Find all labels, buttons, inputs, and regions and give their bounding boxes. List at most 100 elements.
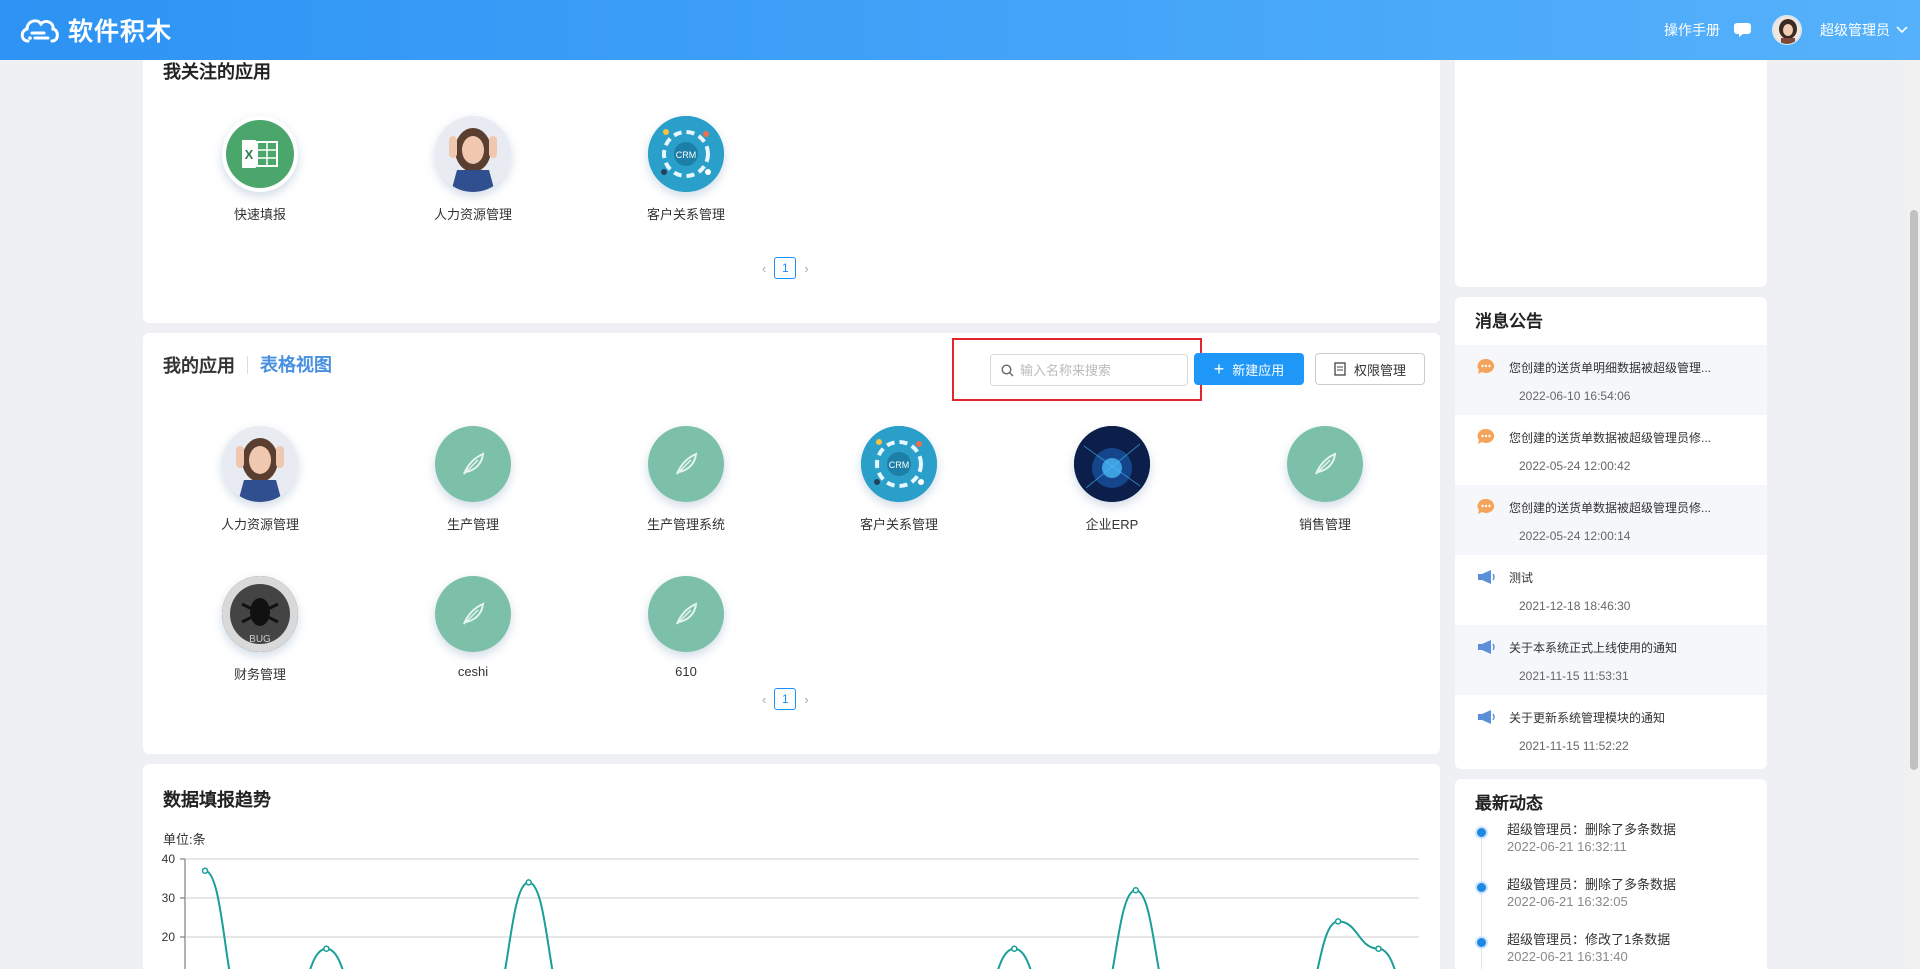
announcement-title: 关于本系统正式上线使用的通知 [1509,641,1678,655]
app-name: 生产管理 [446,517,499,532]
search-box[interactable] [990,354,1188,386]
search-icon [1001,363,1014,376]
announcement-item[interactable]: 关于本系统正式上线使用的通知 2021-11-15 11:53:31 [1455,625,1767,695]
announcement-title: 您创建的送货单明细数据被超级管理... [1509,361,1712,375]
announcement-item[interactable]: 关于更新系统管理模块的通知 2021-11-15 11:52:22 [1455,695,1767,765]
logo[interactable]: 软件积木 [18,12,172,48]
data-point[interactable] [1132,886,1139,894]
megaphone-icon [1478,640,1495,654]
search-input[interactable] [1020,362,1180,378]
app-item[interactable]: 610 [606,576,766,679]
announcement-item[interactable]: 您创建的送货单数据被超级管理员修... 2022-05-24 12:00:14 [1455,485,1767,555]
permission-label: 权限管理 [1353,362,1406,378]
app-name: 企业ERP [1085,517,1139,532]
announcement-item[interactable]: 测试 2021-12-18 18:46:30 [1455,555,1767,625]
announcement-time: 2022-05-24 12:00:14 [1519,529,1631,543]
my-apps-card: 我的应用 表格视图 + 新建应用 权限管理 [143,333,1440,754]
message-icon [1477,358,1495,374]
svg-text:BUG: BUG [249,634,271,645]
erp-icon [1074,426,1150,502]
announcement-time: 2022-05-24 12:00:42 [1519,459,1631,473]
data-point[interactable] [525,879,532,886]
logo-text: 软件积木 [68,18,173,46]
y-tick-label: 40 [162,852,176,866]
bug-icon: BUG [222,576,298,652]
permission-button[interactable]: 权限管理 [1315,353,1425,385]
table-view-tab[interactable]: 表格视图 [247,356,332,374]
svg-text:X: X [245,147,254,162]
app-name: 610 [675,664,697,679]
user-avatar[interactable] [1772,15,1802,45]
page-number[interactable]: 1 [774,257,797,279]
followed-apps-card: 我关注的应用 X 快速填报 人力资源管理 CRM 客户关系管理 ‹ 1 › [143,40,1440,323]
timeline-dot [1475,936,1488,949]
next-page-icon[interactable]: › [804,692,808,707]
app-name: 客户关系管理 [859,517,938,532]
leaf-icon [648,426,724,502]
next-page-icon[interactable]: › [804,261,808,276]
data-point[interactable] [1375,945,1382,952]
new-app-button[interactable]: + 新建应用 [1194,353,1304,385]
announcement-item[interactable]: 您创建的送货单明细数据被超级管理... 2022-06-10 16:54:06 [1455,345,1767,415]
svg-text:CRM: CRM [676,150,697,160]
announcement-title: 测试 [1509,571,1534,585]
scrollbar-thumb[interactable] [1910,210,1918,770]
leaf-icon [1287,426,1363,502]
app-name: 销售管理 [1298,517,1351,532]
prev-page-icon[interactable]: ‹ [762,261,766,276]
announcement-title: 关于更新系统管理模块的通知 [1509,711,1666,725]
username[interactable]: 超级管理员 [1820,20,1890,40]
app-item[interactable]: BUG 财务管理 [180,576,340,683]
my-apps-title[interactable]: 我的应用 [163,352,235,378]
right-blank-card [1455,40,1767,287]
top-bar: 软件积木 操作手册 超级管理员 [0,0,1920,60]
woman-photo-icon [222,426,298,502]
plus-icon: + [1213,359,1225,379]
svg-text:CRM: CRM [889,460,910,470]
app-item[interactable]: 生产管理 [393,426,553,533]
activity-title: 最新动态 [1475,794,1543,813]
app-item[interactable]: CRM 客户关系管理 [606,116,766,223]
document-icon [1334,362,1346,376]
data-point[interactable] [1011,945,1018,952]
announcement-time: 2021-12-18 18:46:30 [1519,599,1631,613]
prev-page-icon[interactable]: ‹ [762,692,766,707]
app-item[interactable]: 销售管理 [1245,426,1405,533]
followed-apps-title: 我关注的应用 [163,62,271,82]
chevron-down-icon[interactable] [1896,26,1908,34]
app-item[interactable]: 人力资源管理 [393,116,553,223]
activity-time: 2022-06-21 16:32:11 [1507,839,1627,854]
app-item[interactable]: 人力资源管理 [180,426,340,533]
new-app-label: 新建应用 [1232,362,1285,378]
y-tick-label: 20 [162,930,176,944]
my-apps-pagination: ‹ 1 › [762,688,809,710]
announcements-title: 消息公告 [1475,312,1543,331]
page-scrollbar[interactable] [1908,60,1920,969]
announcements-card: 消息公告 您创建的送货单明细数据被超级管理... 2022-06-10 16:5… [1455,297,1767,769]
announcement-item[interactable]: 您创建的送货单数据被超级管理员修... 2022-05-24 12:00:42 [1455,415,1767,485]
page-number[interactable]: 1 [774,688,797,710]
app-item[interactable]: X 快速填报 [180,116,340,223]
app-item[interactable]: ceshi [393,576,553,679]
y-tick-label: 30 [162,891,176,905]
app-item[interactable]: CRM 客户关系管理 [819,426,979,533]
announcement-time: 2021-11-15 11:52:22 [1519,739,1629,753]
data-point[interactable] [201,867,209,874]
app-name: 快速填报 [233,207,286,222]
announcement-time: 2022-06-10 16:54:06 [1519,389,1631,403]
message-icon [1477,428,1495,444]
timeline-dot [1475,826,1488,839]
chat-icon[interactable] [1734,21,1754,39]
leaf-icon [648,576,724,652]
manual-link[interactable]: 操作手册 [1664,20,1720,40]
app-name: ceshi [457,664,489,679]
app-name: 人力资源管理 [220,517,299,532]
activity-time: 2022-06-21 16:32:05 [1507,894,1628,909]
data-point[interactable] [1334,918,1342,925]
data-point[interactable] [323,945,330,952]
cloud-logo-icon [20,19,59,43]
app-item[interactable]: 企业ERP [1032,426,1192,533]
followed-pagination: ‹ 1 › [762,257,809,279]
app-name: 财务管理 [233,667,286,682]
app-item[interactable]: 生产管理系统 [606,426,766,533]
